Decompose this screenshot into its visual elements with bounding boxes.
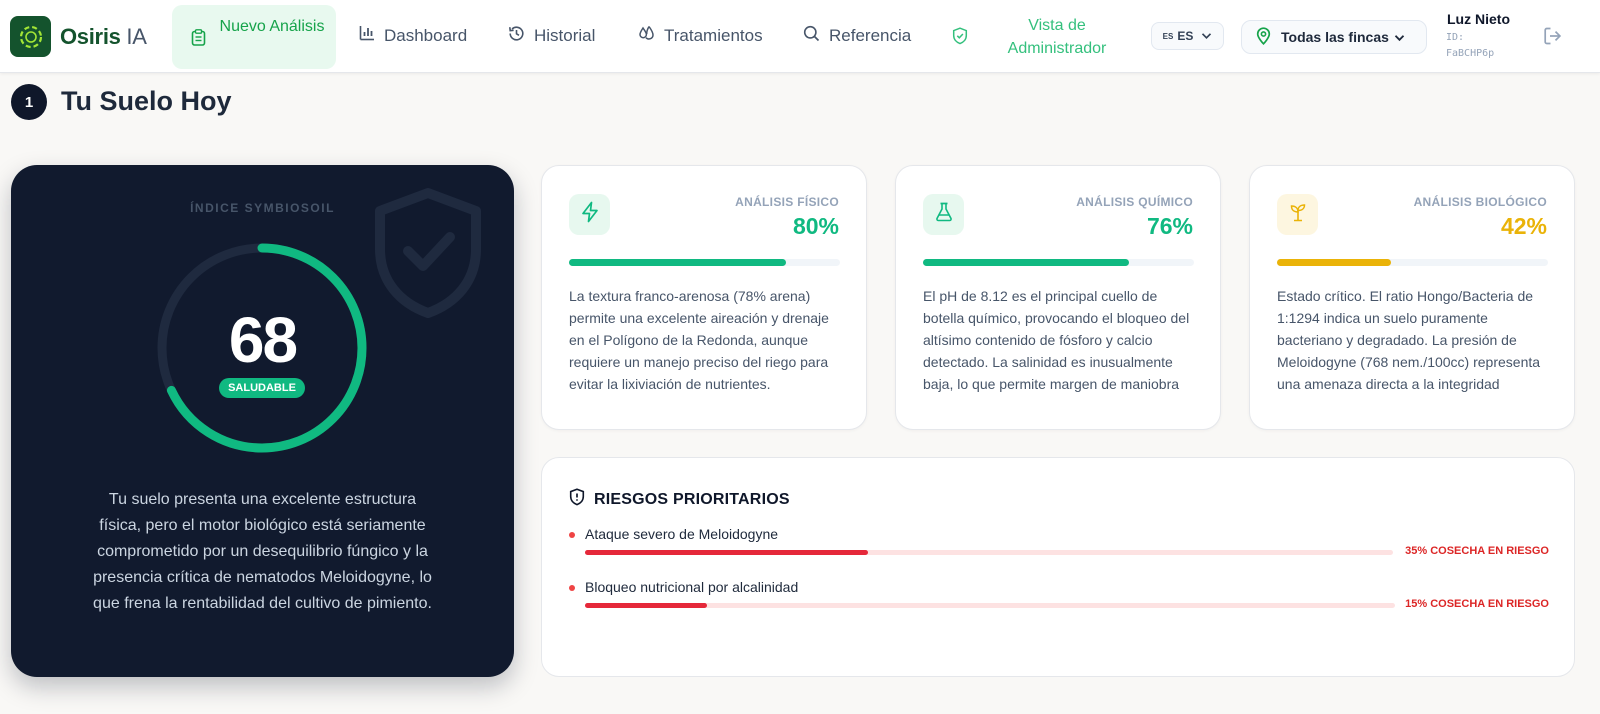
analysis-progress-fill (569, 259, 786, 266)
analysis-label: ANÁLISIS BIOLÓGICO (1413, 195, 1547, 209)
risk-bar-fill (585, 603, 707, 608)
nav-referencia-label: Referencia (829, 26, 912, 45)
search-icon (803, 25, 820, 47)
shield-check-icon (952, 27, 968, 50)
sprout-icon (1288, 202, 1308, 227)
nav-dashboard[interactable]: Dashboard (359, 25, 467, 46)
shield-alert-icon (569, 488, 585, 511)
risk-label: 35% COSECHA EN RIESGO (1405, 545, 1549, 557)
risks-header: RIESGOS PRIORITARIOS (569, 488, 790, 511)
analysis-progress-bar (569, 259, 840, 266)
step-number-badge: 1 (11, 84, 47, 120)
history-icon (508, 25, 525, 47)
symbiosoil-index-card: ÍNDICE SYMBIOSOIL 68 SALUDABLE Tu suelo … (11, 165, 514, 677)
risk-bar (585, 603, 1395, 608)
analysis-description: El pH de 8.12 es el principal cuello de … (923, 288, 1190, 392)
osiris-logo-icon (10, 16, 51, 57)
nav-dashboard-label: Dashboard (384, 25, 468, 45)
logout-icon[interactable] (1543, 26, 1563, 51)
brand-name: Osiris IA (60, 23, 147, 49)
index-summary: Tu suelo presenta una excelente estructu… (93, 491, 432, 612)
analysis-label: ANÁLISIS QUÍMICO (1076, 195, 1193, 209)
nav-tratamientos[interactable]: Tratamientos (638, 25, 763, 47)
new-analysis-button[interactable]: Nuevo Análisis (172, 5, 336, 69)
biological-analysis-card: ANÁLISIS BIOLÓGICO 42% Estado crítico. E… (1249, 165, 1575, 430)
nav-historial-label: Historial (534, 26, 596, 45)
clipboard-icon (191, 29, 206, 51)
chemical-analysis-card: ANÁLISIS QUÍMICO 76% El pH de 8.12 es el… (895, 165, 1221, 430)
physical-analysis-card: ANÁLISIS FÍSICO 80% La textura franco-ar… (541, 165, 867, 430)
page-title: Tu Suelo Hoy (61, 86, 232, 116)
priority-risks-card: RIESGOS PRIORITARIOS Ataque severo de Me… (541, 457, 1575, 677)
analysis-progress-bar (1277, 259, 1548, 266)
symbiosoil-score: 68 (228, 304, 298, 376)
droplets-icon (638, 25, 655, 47)
language-code: ES (1177, 29, 1194, 43)
risk-label: 15% COSECHA EN RIESGO (1405, 598, 1549, 610)
risks-title: RIESGOS PRIORITARIOS (594, 490, 790, 508)
nav-referencia[interactable]: Referencia (803, 25, 911, 47)
map-pin-icon (1256, 26, 1271, 48)
analysis-icon-box (1277, 194, 1318, 235)
analysis-percent: 76% (1146, 213, 1193, 239)
risk-name: Ataque severo de Meloidogyne (585, 526, 779, 542)
status-badge: SALUDABLE (219, 378, 305, 398)
brand[interactable]: Osiris IA (10, 16, 147, 57)
analysis-percent: 42% (1500, 213, 1547, 239)
risk-bar (585, 550, 1393, 555)
chevron-down-icon (1394, 29, 1405, 45)
language-selector[interactable]: ES ES (1151, 22, 1224, 50)
analysis-description: Estado crítico. El ratio Hongo/Bacteria … (1277, 288, 1541, 392)
analysis-icon-box (923, 194, 964, 235)
risk-bar-fill (585, 550, 868, 555)
nav-historial[interactable]: Historial (508, 25, 595, 47)
analysis-progress-fill (923, 259, 1129, 266)
nav-tratamientos-label: Tratamientos (664, 26, 763, 45)
user-info: Luz Nieto ID: FaBCHP6p (1446, 11, 1510, 62)
analysis-progress-fill (1277, 259, 1391, 266)
risk-name: Bloqueo nutricional por alcalinidad (585, 579, 799, 595)
farm-selector[interactable]: Todas las fincas (1241, 20, 1427, 54)
analysis-description: La textura franco-arenosa (78% arena) pe… (569, 288, 829, 392)
lightning-icon (580, 201, 600, 228)
language-flag: ES (1162, 31, 1174, 41)
user-id: ID: FaBCHP6p (1446, 32, 1495, 59)
nav-admin-label: Vista de Administrador (1007, 17, 1107, 57)
flask-icon (935, 202, 953, 227)
user-name: Luz Nieto (1447, 11, 1510, 27)
risk-bullet (569, 532, 575, 538)
top-navigation: Osiris IA Nuevo Análisis Dashboard Histo… (0, 0, 1600, 73)
analysis-label: ANÁLISIS FÍSICO (735, 195, 839, 209)
risk-bullet (569, 585, 575, 591)
farm-selector-label: Todas las fincas (1281, 29, 1389, 45)
analysis-progress-bar (923, 259, 1194, 266)
chevron-down-icon (1201, 29, 1212, 43)
index-title: ÍNDICE SYMBIOSOIL (190, 201, 335, 215)
bar-chart-icon (359, 25, 375, 46)
analysis-icon-box (569, 194, 610, 235)
analysis-percent: 80% (792, 213, 839, 239)
new-analysis-label: Nuevo Análisis (219, 18, 325, 35)
